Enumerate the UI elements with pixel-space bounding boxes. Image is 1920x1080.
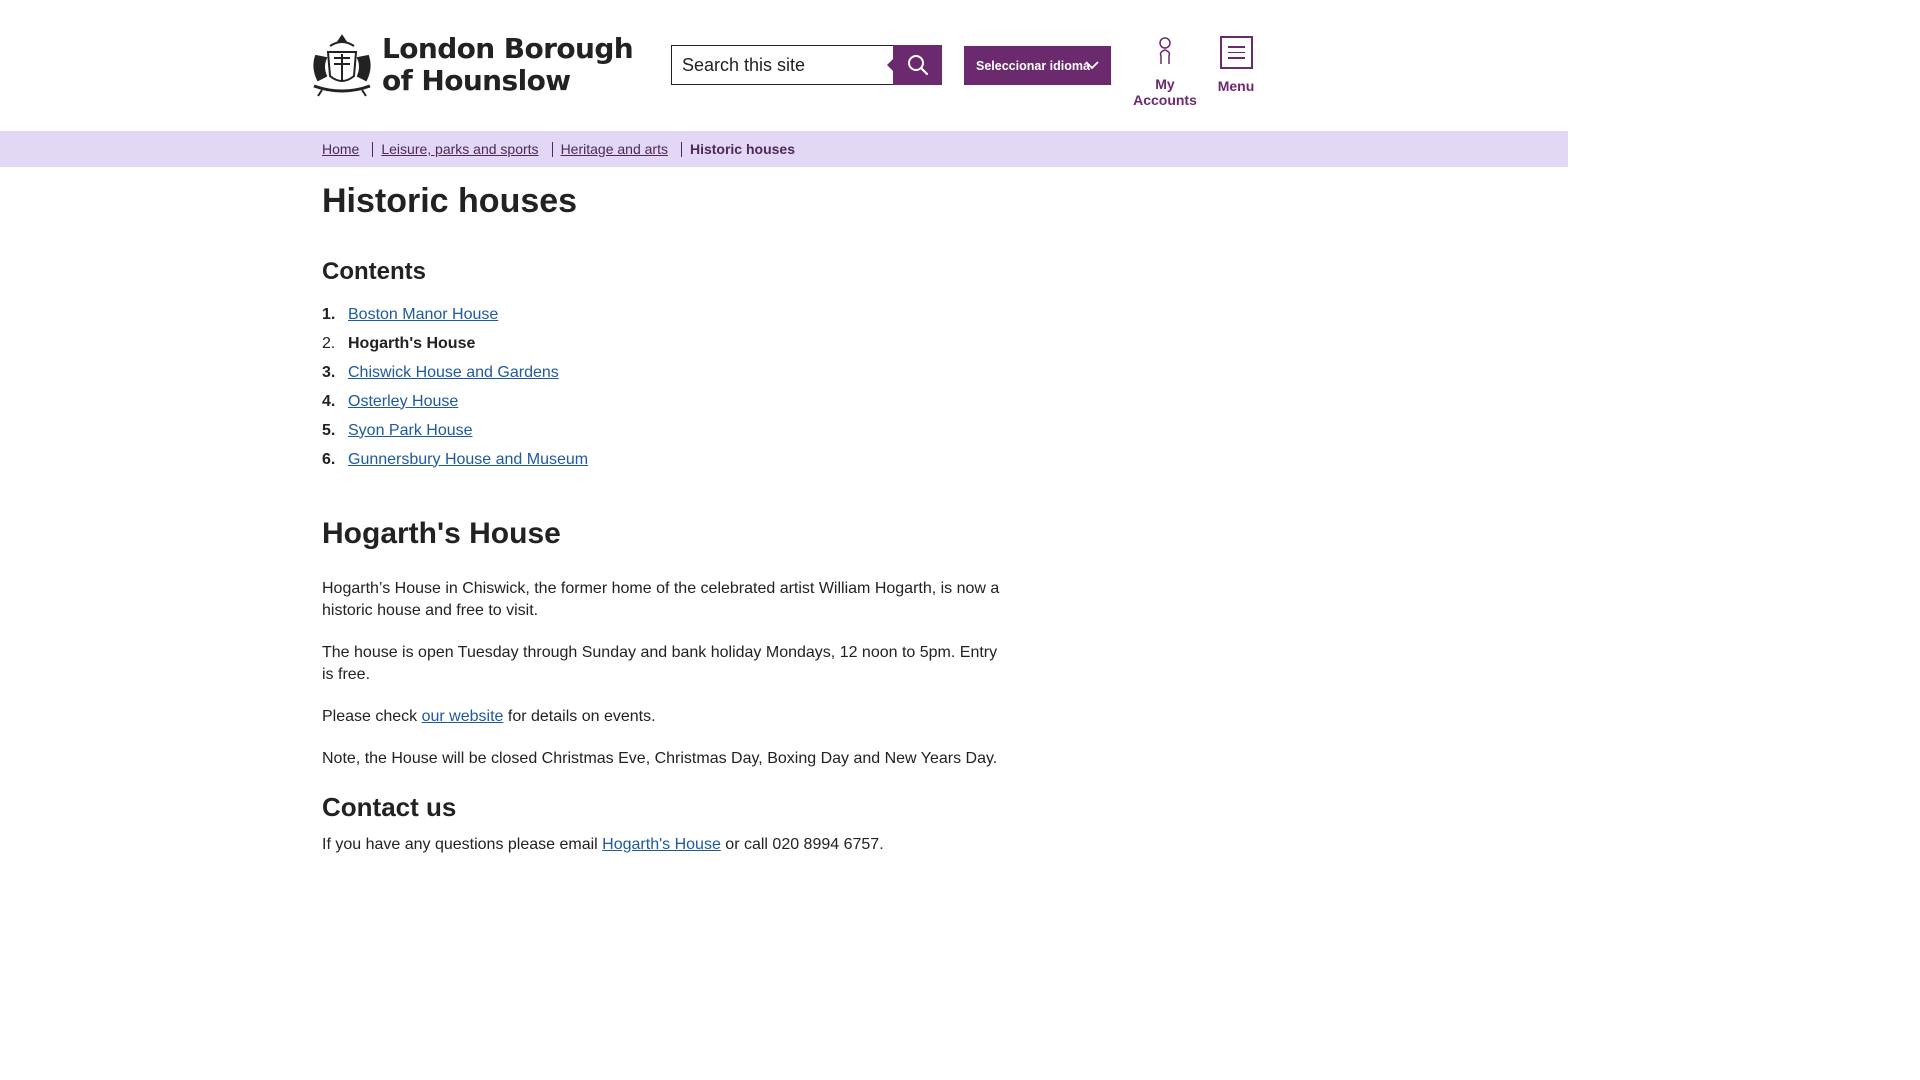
logo-wordmark: London Borough of Hounslow [382, 32, 634, 97]
contents-list: 1. Boston Manor House 2. Hogarth's House… [322, 300, 1012, 474]
opening-hours-paragraph: The house is open Tuesday through Sunday… [322, 644, 998, 683]
language-select-button[interactable]: Seleccionar idioma [964, 46, 1111, 85]
breadcrumb-leisure[interactable]: Leisure, parks and sports [381, 141, 538, 157]
breadcrumb-separator [551, 141, 553, 157]
contents-item: 6. Gunnersbury House and Museum [322, 445, 1012, 474]
contents-number: 2. [322, 334, 336, 352]
contents-item: 5. Syon Park House [322, 416, 1012, 445]
contact-paragraph: If you have any questions please email H… [322, 834, 1012, 856]
breadcrumb-home[interactable]: Home [322, 141, 359, 157]
site-header: London Borough of Hounslow Seleccionar i… [0, 0, 1568, 131]
search-icon [907, 55, 928, 76]
contents-item-current: 2. Hogarth's House [322, 329, 1012, 358]
events-paragraph: Please check our website for details on … [322, 706, 1012, 728]
contents-link-boston-manor[interactable]: Boston Manor House [348, 306, 498, 324]
contents-link-osterley-house[interactable]: Osterley House [348, 393, 458, 411]
my-accounts-label: My Accounts [1133, 76, 1197, 108]
menu-button[interactable]: Menu [1216, 36, 1256, 94]
menu-label: Menu [1217, 78, 1255, 94]
user-icon [1159, 37, 1171, 64]
borough-crest-icon [313, 34, 371, 97]
contents-item: 1. Boston Manor House [322, 300, 1012, 329]
contents-number: 4. [322, 392, 336, 410]
contact-text-before: If you have any questions please email [322, 836, 603, 853]
contents-item: 4. Osterley House [322, 387, 1012, 416]
contents-link-gunnersbury[interactable]: Gunnersbury House and Museum [348, 451, 588, 469]
contents-current-label: Hogarth's House [348, 334, 476, 352]
search-input[interactable] [671, 45, 893, 85]
events-text-after: for details on events. [503, 708, 656, 725]
breadcrumb-heritage[interactable]: Heritage and arts [561, 141, 668, 157]
breadcrumb-separator [680, 141, 682, 157]
contents-link-syon-park[interactable]: Syon Park House [348, 422, 473, 440]
site-logo[interactable]: London Borough of Hounslow [308, 32, 634, 98]
contents-number: 1. [322, 305, 336, 323]
intro-paragraph: Hogarth’s House in Chiswick, the former … [322, 580, 1000, 619]
section-title: Hogarth's House [322, 517, 561, 550]
main-content: Historic houses Contents 1. Boston Manor… [322, 167, 1012, 856]
contents-number: 3. [322, 363, 336, 381]
email-hogarths-house-link[interactable]: Hogarth's House [602, 836, 721, 853]
breadcrumb: Home Leisure, parks and sports Heritage … [0, 131, 1568, 167]
hamburger-icon [1219, 36, 1253, 69]
closure-note-paragraph: Note, the House will be closed Christmas… [322, 750, 998, 767]
chevron-down-icon [1085, 61, 1099, 70]
contents-number: 6. [322, 450, 336, 468]
contents-link-chiswick-house[interactable]: Chiswick House and Gardens [348, 364, 559, 382]
language-select-label: Seleccionar idioma [976, 58, 1090, 73]
my-accounts-button[interactable]: My Accounts [1122, 36, 1208, 108]
contents-item: 3. Chiswick House and Gardens [322, 358, 1012, 387]
logo-line-2: of Hounslow [382, 64, 571, 97]
breadcrumb-current: Historic houses [689, 141, 795, 157]
contact-heading: Contact us [322, 792, 457, 822]
contents-heading: Contents [322, 258, 426, 285]
page-title: Historic houses [322, 182, 578, 220]
contents-number: 5. [322, 421, 336, 439]
our-website-link[interactable]: our website [422, 708, 504, 725]
events-text-before: Please check [322, 708, 422, 725]
contact-text-after: or call 020 8994 6757. [720, 836, 884, 853]
search-button[interactable] [887, 45, 942, 85]
logo-line-1: London Borough [382, 32, 634, 65]
breadcrumb-separator [372, 141, 374, 157]
site-search [671, 45, 942, 85]
